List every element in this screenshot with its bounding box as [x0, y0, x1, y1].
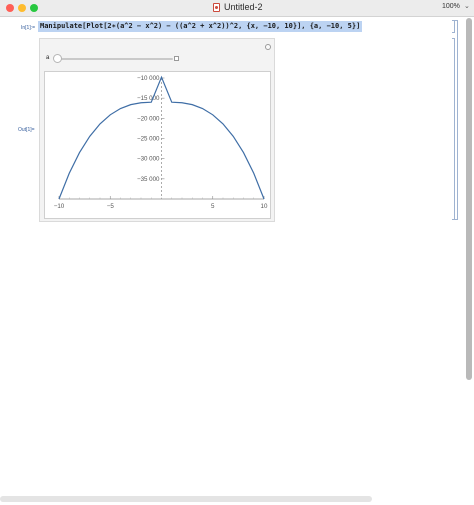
vertical-scrollbar[interactable] [466, 18, 472, 380]
slider-label-a: a [46, 55, 50, 61]
output-cell-label: Out[1]= [18, 127, 35, 133]
minimize-window-button[interactable] [18, 4, 26, 12]
x-tick-label: −10 [54, 203, 65, 210]
chevron-down-icon[interactable]: ⌄ [464, 2, 470, 10]
maximize-window-button[interactable] [30, 4, 38, 12]
input-cell-label: In[1]:= [21, 25, 36, 31]
slider-thumb[interactable] [53, 54, 62, 63]
notebook-document-icon [213, 3, 220, 12]
plot-panel: −10 −5 5 10 −10 000 −15 000 −20 000 −25 000 −30 … [44, 71, 271, 219]
options-gear-icon[interactable] [265, 44, 271, 50]
window-title: Untitled-2 [224, 2, 263, 12]
y-tick-label: −30 000 [137, 156, 160, 163]
cell-group-bracket[interactable] [455, 20, 458, 220]
parameter-slider-a[interactable] [55, 58, 173, 60]
horizontal-scrollbar[interactable] [0, 496, 372, 502]
y-tick-label: −15 000 [137, 95, 160, 102]
close-window-button[interactable] [6, 4, 14, 12]
output-cell-bracket[interactable] [452, 38, 455, 220]
input-cell-code[interactable]: Manipulate[Plot[2∗(a^2 − x^2) − ((a^2 + … [38, 21, 363, 32]
x-tick-label: −5 [107, 203, 115, 210]
input-cell-bracket[interactable] [452, 20, 455, 33]
y-tick-label: −25 000 [137, 136, 160, 143]
plot-svg: −10 −5 5 10 −10 000 −15 000 −20 000 −25 000 −30 … [54, 75, 268, 210]
y-tick-label: −35 000 [137, 176, 160, 183]
x-tick-label: 5 [211, 203, 215, 210]
manipulate-panel: a −10 −5 5 10 −10 000 −15 000 −20 000 −25 000 −3… [39, 38, 275, 222]
y-tick-label: −20 000 [137, 115, 160, 122]
window-titlebar: Untitled-2 100% ⌄ [0, 0, 474, 17]
slider-expand-button[interactable] [174, 56, 179, 61]
zoom-level-dropdown[interactable]: 100% [442, 3, 460, 10]
x-tick-label: 10 [261, 203, 268, 210]
y-tick-label: −10 000 [137, 75, 160, 82]
